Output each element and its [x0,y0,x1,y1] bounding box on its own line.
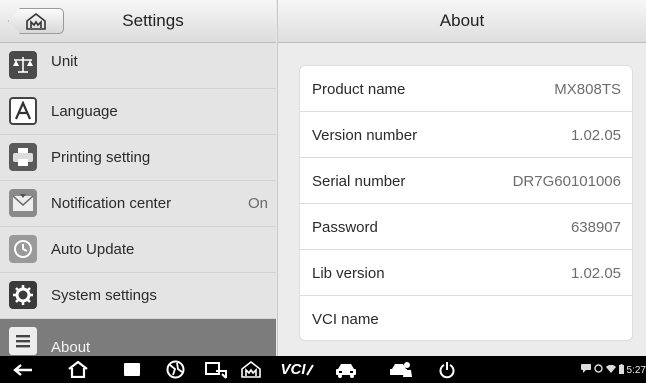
sidebar-item-label: About [51,339,91,356]
sidebar-item-unit[interactable]: Unit [0,43,276,89]
info-value: DR7G60101006 [512,173,621,190]
message-icon [580,364,591,376]
info-key: Version number [312,127,418,144]
sidebar-item-label: Notification center [51,195,172,212]
info-key: Product name [312,81,406,98]
sidebar-item-printing[interactable]: Printing setting [0,135,276,181]
home-icon[interactable] [67,360,89,379]
clock: 5:27 [626,364,646,376]
settings-title: Settings [122,11,184,30]
status-area: 5:27 [580,362,646,378]
info-row-lib-version: Lib version 1.02.05 [300,250,632,296]
car-icon[interactable] [334,360,358,379]
sidebar-item-label: Auto Update [51,241,135,258]
recent-apps-icon[interactable] [121,360,143,379]
info-key: VCI name [312,311,379,328]
autel-logo-icon[interactable] [240,360,262,379]
about-list-icon [9,327,37,355]
sidebar-item-label: Unit [51,53,78,70]
battery-icon [618,363,624,377]
info-value: MX808TS [554,81,621,98]
info-key: Lib version [312,265,385,282]
info-row-version: Version number 1.02.05 [300,112,632,158]
sidebar-item-label: System settings [51,287,157,304]
sidebar-item-label: Printing setting [51,149,151,166]
vci-label: VCI [280,361,306,378]
info-row-password: Password 638907 [300,204,632,250]
info-key: Password [312,219,378,236]
navigation-bar: VCI 5:27 [0,356,646,383]
about-title: About [439,11,485,30]
browser-icon[interactable] [164,360,186,379]
info-row-vci-name: VCI name [300,296,632,340]
info-row-product-name: Product name MX808TS [300,66,632,112]
sidebar-item-notification[interactable]: Notification center On [0,181,276,227]
about-info-card: Product name MX808TS Version number 1.02… [299,65,633,341]
sidebar-item-auto-update[interactable]: Auto Update [0,227,276,273]
language-icon [9,97,37,125]
info-value: 1.02.05 [570,265,621,282]
settings-header: Settings [0,0,276,43]
car-service-icon[interactable] [388,360,414,379]
sync-icon [593,364,603,376]
info-value: 1.02.05 [570,127,621,144]
sidebar-item-language[interactable]: Language [0,89,276,135]
vci-indicator[interactable]: VCI [279,360,315,379]
settings-sidebar: Unit Language Printing setting Notificat… [0,43,276,356]
notification-status: On [247,195,268,212]
screen-capture-icon[interactable] [203,360,229,379]
about-panel: Product name MX808TS Version number 1.02… [277,43,646,356]
gear-icon [9,281,37,309]
printer-icon [9,143,37,171]
sidebar-item-label: Language [51,103,118,120]
info-value: 638907 [570,219,621,236]
info-row-serial: Serial number DR7G60101006 [300,158,632,204]
power-icon[interactable] [437,360,457,379]
sidebar-item-about[interactable]: About [0,319,276,356]
info-key: Serial number [312,173,406,190]
scale-icon [9,51,37,79]
wifi-icon [605,364,616,376]
back-arrow-icon[interactable] [12,360,34,379]
envelope-icon [9,189,37,217]
about-header: About [277,0,646,43]
clock-update-icon [9,235,37,263]
sidebar-item-system[interactable]: System settings [0,273,276,319]
